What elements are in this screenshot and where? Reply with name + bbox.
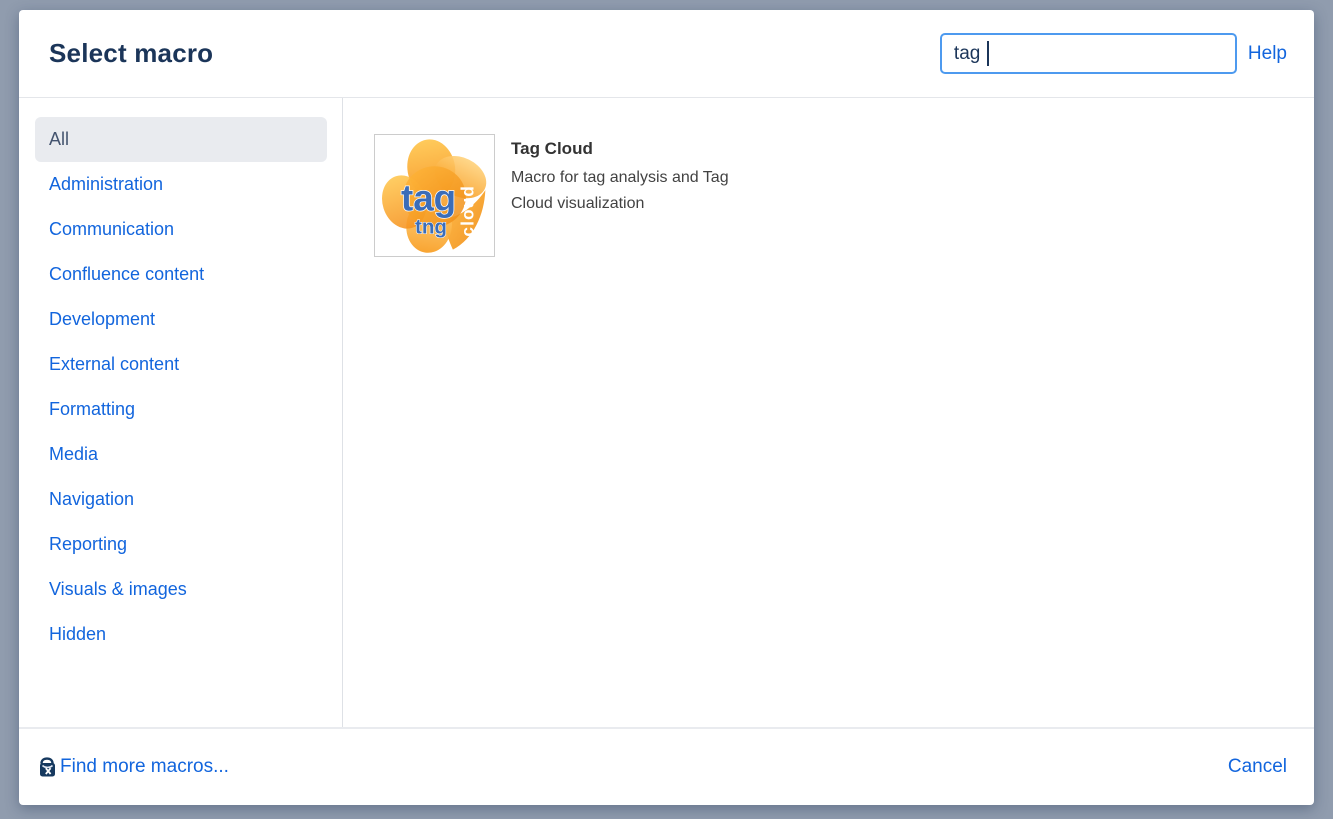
select-macro-dialog: Select macro tag Help All Administration… (19, 10, 1314, 805)
sidebar-item-administration[interactable]: Administration (35, 162, 327, 207)
page-title: Select macro (49, 38, 213, 69)
sidebar-item-confluence-content[interactable]: Confluence content (35, 252, 327, 297)
sidebar-item-all[interactable]: All (35, 117, 327, 162)
macro-title: Tag Cloud (511, 139, 763, 159)
macro-results-panel: tag tng cloud Tag Cloud Macro for tag an… (343, 98, 1314, 727)
macro-list-item[interactable]: tag tng cloud Tag Cloud Macro for tag an… (374, 134, 1294, 257)
icon-word-tag: tag (401, 178, 456, 219)
macro-text-block: Tag Cloud Macro for tag analysis and Tag… (511, 134, 763, 217)
sidebar-item-formatting[interactable]: Formatting (35, 387, 327, 432)
marketplace-icon (38, 757, 57, 778)
text-cursor (987, 41, 989, 66)
sidebar-item-navigation[interactable]: Navigation (35, 477, 327, 522)
search-input-value: tag (954, 43, 980, 65)
sidebar-item-external-content[interactable]: External content (35, 342, 327, 387)
icon-word-tng: tng (415, 215, 447, 238)
help-link[interactable]: Help (1248, 43, 1287, 65)
macro-search-input[interactable]: tag (940, 33, 1237, 74)
find-more-label: Find more macros... (60, 756, 229, 778)
sidebar-item-communication[interactable]: Communication (35, 207, 327, 252)
find-more-macros-link[interactable]: Find more macros... (38, 756, 229, 778)
dialog-body: All Administration Communication Conflue… (19, 98, 1314, 727)
sidebar-item-media[interactable]: Media (35, 432, 327, 477)
dialog-footer: Find more macros... Cancel (19, 727, 1314, 805)
header-right: tag Help (940, 33, 1287, 74)
icon-word-cloud: cloud (457, 185, 477, 237)
sidebar-item-visuals-images[interactable]: Visuals & images (35, 567, 327, 612)
sidebar-item-development[interactable]: Development (35, 297, 327, 342)
tag-cloud-icon: tag tng cloud (374, 134, 495, 257)
macro-description: Macro for tag analysis and Tag Cloud vis… (511, 165, 763, 217)
category-sidebar: All Administration Communication Conflue… (19, 98, 343, 727)
dialog-header: Select macro tag Help (19, 10, 1314, 98)
cancel-button[interactable]: Cancel (1228, 756, 1287, 778)
sidebar-item-hidden[interactable]: Hidden (35, 612, 327, 657)
sidebar-item-reporting[interactable]: Reporting (35, 522, 327, 567)
